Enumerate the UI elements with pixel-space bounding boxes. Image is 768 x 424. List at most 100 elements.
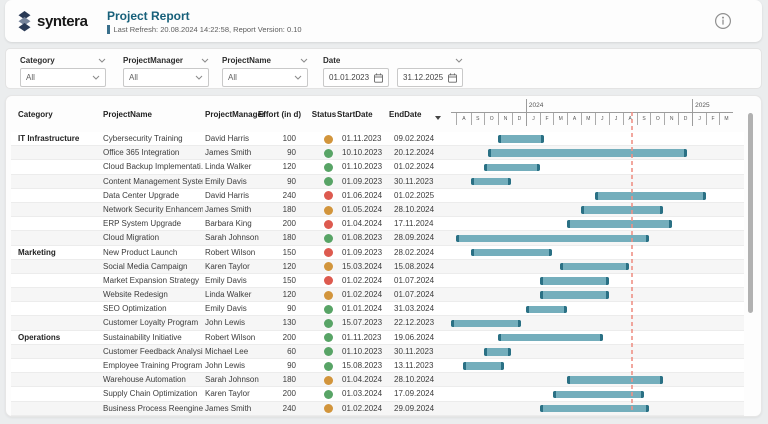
calendar-icon[interactable]: [374, 73, 383, 83]
gantt-bar[interactable]: [560, 263, 629, 271]
gantt-bar[interactable]: [463, 362, 504, 370]
gantt-bar[interactable]: [471, 178, 512, 186]
status-badge: [324, 135, 333, 144]
table-row[interactable]: Supply Chain OptimizationKaren Taylor200…: [11, 387, 744, 401]
column-header-start-date[interactable]: StartDate: [337, 110, 373, 119]
table-row[interactable]: MarketingNew Product LaunchRobert Wilson…: [11, 246, 744, 260]
end-date-cell: 28.02.2024: [394, 246, 444, 260]
month-tick: M: [719, 113, 733, 125]
gantt-bar[interactable]: [488, 149, 686, 157]
month-tick: N: [498, 113, 512, 125]
gantt-lane: [451, 203, 733, 217]
effort-cell: 90: [258, 359, 296, 373]
chevron-down-icon[interactable]: [201, 58, 209, 63]
bar-cap: [537, 164, 540, 172]
status-badge: [324, 404, 333, 413]
column-header-project-name[interactable]: ProjectName: [103, 110, 152, 119]
gantt-bar[interactable]: [456, 235, 649, 243]
table-row[interactable]: Customer Feedback AnalysisMichael Lee600…: [11, 345, 744, 359]
table-row[interactable]: Customer Loyalty ProgramJohn Lewis13015.…: [11, 316, 744, 330]
column-header-status[interactable]: Status: [309, 110, 339, 119]
table-row[interactable]: ERP System UpgradeBarbara King20001.04.2…: [11, 217, 744, 231]
chevron-down-icon[interactable]: [455, 58, 463, 63]
calendar-icon[interactable]: [448, 73, 457, 83]
bar-cap: [498, 135, 501, 143]
start-date-cell: 01.04.2024: [342, 373, 392, 387]
vertical-scrollbar[interactable]: [748, 113, 753, 313]
category-cell: [18, 402, 102, 416]
date-to-value: 31.12.2025: [403, 73, 443, 82]
manager-cell: John Lewis: [205, 359, 263, 373]
end-date-cell: 29.09.2024: [394, 402, 444, 416]
gantt-bar[interactable]: [451, 320, 521, 328]
name-cell: Supply Chain Optimization: [103, 387, 203, 401]
manager-cell: Sarah Johnson: [205, 373, 263, 387]
column-filter-caret-icon[interactable]: [435, 116, 441, 120]
gantt-bar[interactable]: [498, 334, 603, 342]
name-cell: Cybersecurity Training: [103, 132, 203, 146]
category-select[interactable]: All: [20, 68, 106, 87]
gantt-bar[interactable]: [567, 376, 662, 384]
info-icon[interactable]: [714, 12, 732, 30]
column-header-end-date[interactable]: EndDate: [389, 110, 421, 119]
gantt-bar[interactable]: [567, 220, 671, 228]
gantt-bar[interactable]: [471, 249, 553, 257]
effort-cell: 130: [258, 316, 296, 330]
table-row[interactable]: Warehouse AutomationSarah Johnson18001.0…: [11, 373, 744, 387]
gantt-bar[interactable]: [540, 277, 609, 285]
table-row[interactable]: Social Media CampaignKaren Taylor12015.0…: [11, 260, 744, 274]
year-divider: [526, 99, 527, 126]
page-title: Project Report: [107, 9, 302, 23]
month-tick: A: [623, 113, 637, 125]
project-manager-select[interactable]: All: [123, 68, 209, 87]
project-name-select-value: All: [228, 73, 237, 82]
table-row[interactable]: Cloud Backup Implementati...Linda Walker…: [11, 160, 744, 174]
category-cell: [18, 175, 102, 189]
syntera-logo-icon: [15, 10, 34, 33]
gantt-lane: [451, 359, 733, 373]
table-row[interactable]: Content Management SystemEmily Davis9001…: [11, 175, 744, 189]
chevron-down-icon[interactable]: [98, 58, 106, 63]
category-cell: IT Infrastructure: [18, 132, 102, 146]
date-to-input[interactable]: 31.12.2025: [397, 68, 463, 87]
bar-cap: [595, 192, 598, 200]
date-from-input[interactable]: 01.01.2023: [323, 68, 389, 87]
manager-cell: Karen Taylor: [205, 387, 263, 401]
category-cell: [18, 359, 102, 373]
table-row[interactable]: Market Expansion StrategyEmily Davis1500…: [11, 274, 744, 288]
column-header-effort[interactable]: Effort (in d): [249, 110, 301, 119]
table-row[interactable]: Cloud MigrationSarah Johnson18001.08.202…: [11, 231, 744, 245]
filter-project-manager: ProjectManager All: [123, 54, 209, 87]
manager-cell: James Smith: [205, 203, 263, 217]
table-row[interactable]: Business Process Reenginee...James Smith…: [11, 402, 744, 416]
gantt-bar[interactable]: [595, 192, 706, 200]
report-body: Category ProjectName ProjectManager Effo…: [5, 95, 762, 417]
manager-cell: David Harris: [205, 189, 263, 203]
gantt-bar[interactable]: [498, 135, 543, 143]
manager-cell: Robert Wilson: [205, 246, 263, 260]
gantt-bar[interactable]: [540, 291, 609, 299]
end-date-cell: 01.02.2025: [394, 189, 444, 203]
bar-cap: [508, 178, 511, 186]
month-tick: D: [678, 113, 692, 125]
gantt-lane: [451, 331, 733, 345]
table-row[interactable]: Network Security Enhancem...James Smith1…: [11, 203, 744, 217]
filter-date-label: Date: [323, 56, 340, 65]
column-header-category[interactable]: Category: [18, 110, 53, 119]
gantt-bar[interactable]: [526, 306, 567, 314]
table-row[interactable]: Website RedesignLinda Walker12001.02.202…: [11, 288, 744, 302]
table-row[interactable]: Data Center UpgradeDavid Harris24001.06.…: [11, 189, 744, 203]
gantt-bar[interactable]: [581, 206, 663, 214]
table-row[interactable]: SEO OptimizationEmily Davis9001.01.20243…: [11, 302, 744, 316]
gantt-bar[interactable]: [484, 348, 511, 356]
gantt-bar[interactable]: [484, 164, 540, 172]
table-row[interactable]: IT InfrastructureCybersecurity TrainingD…: [11, 132, 744, 146]
chevron-down-icon: [92, 75, 100, 80]
project-name-select[interactable]: All: [222, 68, 308, 87]
table-row[interactable]: OperationsSustainability InitiativeRober…: [11, 331, 744, 345]
table-row[interactable]: Employee Training ProgramJohn Lewis9015.…: [11, 359, 744, 373]
gantt-time-axis: 20242025 JASONDJFMAMJJASONDJFM: [451, 99, 733, 126]
category-cell: [18, 302, 102, 316]
table-row[interactable]: Office 365 IntegrationJames Smith9010.10…: [11, 146, 744, 160]
chevron-down-icon[interactable]: [300, 58, 308, 63]
